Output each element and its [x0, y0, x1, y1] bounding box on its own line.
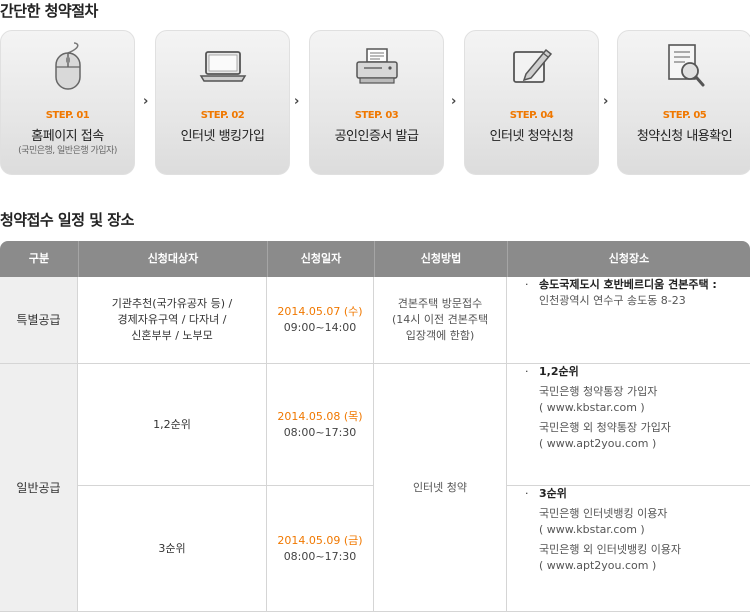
step-card-3: STEP. 03 공인인증서 발급 — [309, 30, 444, 175]
step-card-2: STEP. 02 인터넷 뱅킹가입 — [155, 30, 290, 175]
place-special: · 송도국제도시 호반베르디움 견본주택 : 인천광역시 연수구 송도동 8-23 — [507, 277, 750, 364]
chevron-right-icon: › — [294, 94, 300, 109]
place-title: 송도국제도시 호반베르디움 견본주택 : — [539, 278, 717, 291]
place-title: 1,2순위 — [539, 365, 579, 378]
chevron-right-icon: › — [143, 94, 149, 109]
step-name: 공인인증서 발급 — [334, 129, 419, 144]
time-value: 08:00~17:30 — [283, 425, 357, 439]
header-category: 구분 — [28, 252, 50, 265]
section-title-procedure: 간단한 청약절차 — [0, 2, 98, 20]
step-name: 홈페이지 접속 — [31, 129, 104, 144]
date-rank12: 2014.05.08 (목) 08:00~17:30 — [267, 364, 374, 486]
printer-icon — [310, 31, 443, 101]
step-name: 청약신청 내용확인 — [636, 129, 733, 144]
link-kbstar[interactable]: ( www.kbstar.com ) — [525, 522, 645, 538]
target-rank12: 1,2순위 — [78, 364, 267, 486]
link-kbstar[interactable]: ( www.kbstar.com ) — [525, 400, 645, 416]
target-line: 신혼부부 / 노부모 — [131, 329, 213, 342]
method-line: 견본주택 방문접수 — [397, 297, 483, 310]
category-special: 특별공급 — [0, 277, 78, 364]
bullet: · — [525, 487, 529, 500]
place-line: 국민은행 청약통장 가입자 — [539, 385, 658, 398]
target-line: 경제자유구역 / 다자녀 / — [117, 313, 227, 326]
document-search-icon — [618, 31, 750, 101]
header-date: 신청일자 — [267, 241, 374, 277]
place-title: 3순위 — [539, 487, 567, 500]
step-number: STEP. 02 — [200, 110, 245, 121]
section-title-schedule: 청약접수 일정 및 장소 — [0, 211, 134, 229]
schedule-table: 구분 신청대상자 신청일자 신청방법 신청장소 특별공급 기관추천(국가유공자 … — [0, 241, 750, 612]
date-special: 2014.05.07 (수) 09:00~14:00 — [267, 277, 374, 364]
time-value: 08:00~17:30 — [283, 549, 357, 563]
link-apt2you[interactable]: ( www.apt2you.com ) — [525, 558, 656, 574]
method-line: 입장객에 한함) — [405, 329, 475, 342]
method-line: (14시 이전 견본주택 — [391, 313, 489, 326]
header-method: 신청방법 — [374, 241, 507, 277]
date-rank3: 2014.05.09 (금) 08:00~17:30 — [267, 486, 374, 612]
step-number: STEP. 04 — [509, 110, 554, 121]
laptop-icon — [156, 31, 289, 101]
chevron-right-icon: › — [603, 94, 609, 109]
bullet: · — [525, 278, 529, 291]
category-general: 일반공급 — [0, 364, 78, 612]
step-number: STEP. 01 — [45, 110, 90, 121]
method-special: 견본주택 방문접수 (14시 이전 견본주택 입장객에 한함) — [374, 277, 507, 364]
place-line: 국민은행 인터넷뱅킹 이용자 — [539, 507, 668, 520]
header-place: 신청장소 — [507, 241, 750, 277]
step-number: STEP. 03 — [354, 110, 399, 121]
target-special: 기관추천(국가유공자 등) / 경제자유구역 / 다자녀 / 신혼부부 / 노부… — [78, 277, 267, 364]
place-rank3: · 3순위 국민은행 인터넷뱅킹 이용자 ( www.kbstar.com ) 국… — [507, 486, 750, 612]
step-number: STEP. 05 — [662, 110, 707, 121]
header-target: 신청대상자 — [78, 241, 267, 277]
place-detail: 인천광역시 연수구 송도동 8-23 — [539, 294, 686, 307]
mouse-icon — [1, 31, 134, 101]
place-line: 국민은행 외 청약통장 가입자 — [539, 421, 671, 434]
step-name: 인터넷 청약신청 — [489, 129, 574, 144]
step-sub: (국민은행, 일반은행 가입자) — [18, 146, 117, 156]
step-card-5: STEP. 05 청약신청 내용확인 — [617, 30, 750, 175]
step-card-1: STEP. 01 홈페이지 접속 (국민은행, 일반은행 가입자) — [0, 30, 135, 175]
procedure-steps: STEP. 01 홈페이지 접속 (국민은행, 일반은행 가입자) › STEP… — [0, 30, 750, 180]
time-value: 09:00~14:00 — [283, 321, 357, 334]
table-header: 구분 신청대상자 신청일자 신청방법 신청장소 — [0, 241, 750, 277]
bullet: · — [525, 365, 529, 378]
date-value: 2014.05.07 (수) — [277, 305, 363, 318]
link-apt2you[interactable]: ( www.apt2you.com ) — [525, 436, 656, 452]
method-general: 인터넷 청약 — [374, 364, 507, 612]
step-card-4: STEP. 04 인터넷 청약신청 — [464, 30, 599, 175]
date-value: 2014.05.09 (금) — [277, 533, 363, 547]
target-rank3: 3순위 — [78, 486, 267, 612]
place-rank12: · 1,2순위 국민은행 청약통장 가입자 ( www.kbstar.com ) … — [507, 364, 750, 486]
place-line: 국민은행 외 인터넷뱅킹 이용자 — [539, 543, 682, 556]
target-line: 기관추천(국가유공자 등) / — [111, 297, 233, 310]
pen-edit-icon — [465, 31, 598, 101]
date-value: 2014.05.08 (목) — [277, 409, 363, 423]
step-name: 인터넷 뱅킹가입 — [180, 129, 265, 144]
chevron-right-icon: › — [451, 94, 457, 109]
